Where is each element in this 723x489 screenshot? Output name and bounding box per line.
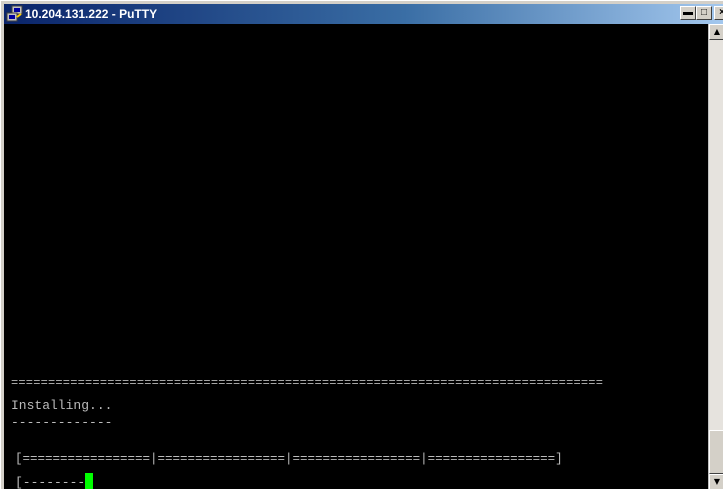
putty-icon[interactable] [6, 5, 24, 23]
vertical-scrollbar[interactable]: ▲ ▼ [708, 24, 723, 489]
window-title: 10.204.131.222 - PuTTY [25, 7, 158, 21]
terminal-screen[interactable]: ========================================… [4, 24, 708, 489]
putty-window: 10.204.131.222 - PuTTY ▬ □ × ===========… [0, 0, 723, 489]
arrow-up-icon: ▲ [713, 27, 721, 36]
arrow-down-icon: ▼ [713, 477, 721, 486]
close-icon: × [719, 7, 723, 18]
scrollbar-thumb[interactable] [709, 430, 723, 474]
progress-bar-line: [-------- [15, 473, 94, 489]
maximize-icon: □ [700, 7, 708, 18]
progress-scale: [=================|=================|===… [15, 452, 563, 466]
separator-line: ========================================… [11, 376, 604, 390]
progress-bar: [-------- [15, 475, 86, 489]
status-text: Installing... [11, 398, 113, 413]
maximize-button[interactable]: □ [696, 6, 712, 20]
title-bar[interactable]: 10.204.131.222 - PuTTY ▬ □ × [4, 4, 723, 24]
scroll-up-button[interactable]: ▲ [709, 24, 723, 40]
minimize-icon: ▬ [683, 7, 693, 18]
scroll-down-button[interactable]: ▼ [709, 474, 723, 489]
close-button[interactable]: × [714, 6, 723, 20]
status-underline: ------------- [11, 415, 113, 430]
terminal-cursor [85, 473, 94, 489]
minimize-button[interactable]: ▬ [680, 6, 696, 20]
